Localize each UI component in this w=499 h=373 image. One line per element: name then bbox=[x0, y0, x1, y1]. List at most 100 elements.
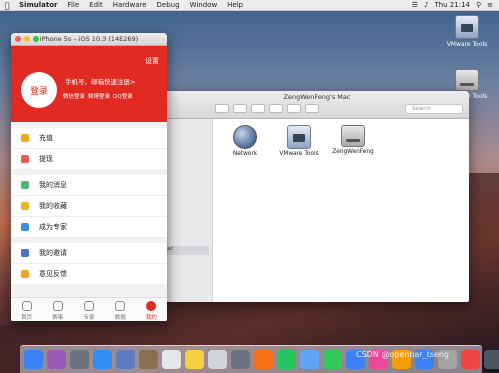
dock-app-icon[interactable] bbox=[231, 350, 250, 369]
menu-group-other: 我的邀请 意见反馈 bbox=[11, 243, 167, 285]
wifi-icon[interactable]: ☰ bbox=[412, 1, 418, 9]
menu-edit[interactable]: Edit bbox=[84, 1, 108, 9]
finder-sidebar: ac bbox=[165, 119, 213, 302]
dock-app-icon[interactable] bbox=[70, 350, 89, 369]
menu-item-label: 我的收藏 bbox=[39, 202, 67, 210]
view-columns-button[interactable] bbox=[251, 104, 265, 113]
menu-help[interactable]: Help bbox=[222, 1, 248, 9]
search-icon[interactable]: ⚲ bbox=[476, 1, 481, 9]
desktop-icon-label: VMware Tools bbox=[446, 41, 488, 48]
menu-clock[interactable]: Thu 21:14 bbox=[434, 1, 470, 9]
menu-group-wallet: 充值 提现 bbox=[11, 128, 167, 170]
arrange-button[interactable] bbox=[287, 104, 301, 113]
vmware-disk-icon bbox=[455, 15, 479, 39]
menu-item-withdraw[interactable]: 提现 bbox=[11, 149, 167, 170]
vmware-disk-icon bbox=[287, 125, 311, 149]
register-link[interactable]: 手机号、邮箱快速注册> bbox=[65, 76, 135, 86]
menu-item-label: 充值 bbox=[39, 134, 53, 142]
action-gear-button[interactable] bbox=[305, 104, 319, 113]
dock-app-icon[interactable] bbox=[139, 350, 158, 369]
dock-app-icon[interactable] bbox=[47, 350, 66, 369]
dock-app-icon[interactable] bbox=[185, 350, 204, 369]
menu-window[interactable]: Window bbox=[185, 1, 223, 9]
dock-app-icon[interactable] bbox=[24, 350, 43, 369]
apple-icon[interactable]:  bbox=[0, 1, 14, 10]
hard-disk-item[interactable]: ZengWenFeng bbox=[327, 125, 379, 155]
menu-group-account: 我的消息 我的收藏 成为专家 bbox=[11, 175, 167, 238]
menu-hardware[interactable]: Hardware bbox=[108, 1, 152, 9]
finder-title: ZengWenFeng's Mac bbox=[283, 93, 351, 101]
menu-simulator[interactable]: Simulator bbox=[14, 1, 62, 9]
profile-icon bbox=[146, 301, 157, 311]
finder-window: ZengWenFeng's Mac Search ac Network VMwa… bbox=[165, 91, 469, 302]
menu-item-label: 提现 bbox=[39, 155, 53, 163]
view-list-button[interactable] bbox=[233, 104, 247, 113]
tab-data[interactable]: 数据 bbox=[105, 298, 136, 321]
phone-screen: 设置 登录 手机号、邮箱快速注册> 微信登录 微博登录 QQ登录 充值 提现 我… bbox=[11, 46, 167, 321]
hard-disk-icon bbox=[341, 125, 365, 147]
data-icon bbox=[115, 301, 126, 311]
menu-item-invites[interactable]: 我的邀请 bbox=[11, 243, 167, 264]
network-globe-icon bbox=[233, 125, 257, 149]
tab-bar: 首页 赛事 专家 数据 我的 bbox=[11, 297, 167, 321]
star-icon bbox=[21, 202, 29, 210]
menu-item-become-expert[interactable]: 成为专家 bbox=[11, 217, 167, 238]
dock-app-icon[interactable] bbox=[254, 350, 273, 369]
menu-item-recharge[interactable]: 充值 bbox=[11, 128, 167, 149]
menu-item-favorites[interactable]: 我的收藏 bbox=[11, 196, 167, 217]
dock-app-icon[interactable] bbox=[484, 350, 499, 369]
withdraw-icon bbox=[21, 155, 29, 163]
desktop-vmware-tools-icon[interactable]: VMware Tools bbox=[442, 15, 492, 48]
simulator-titlebar[interactable]: iPhone 5s – iOS 10.3 (14E269) bbox=[11, 33, 167, 46]
close-icon[interactable] bbox=[15, 36, 21, 42]
expert-icon bbox=[21, 223, 29, 231]
finder-search-input[interactable]: Search bbox=[405, 104, 463, 114]
tab-matches[interactable]: 赛事 bbox=[42, 298, 73, 321]
finder-content: Network VMware Tools ZengWenFeng bbox=[213, 119, 469, 302]
ios-status-bar bbox=[11, 46, 167, 54]
volume-icon[interactable]: ♪ bbox=[424, 1, 428, 9]
weibo-login-link[interactable]: 微博登录 bbox=[88, 92, 110, 100]
tab-mine[interactable]: 我的 bbox=[136, 298, 167, 321]
hard-disk-icon bbox=[455, 69, 479, 91]
item-label: ZengWenFeng bbox=[332, 149, 374, 155]
login-button[interactable]: 登录 bbox=[21, 72, 57, 108]
view-gallery-button[interactable] bbox=[269, 104, 283, 113]
profile-header: 设置 登录 手机号、邮箱快速注册> 微信登录 微博登录 QQ登录 bbox=[11, 54, 167, 122]
tab-home[interactable]: 首页 bbox=[11, 298, 42, 321]
dock-app-icon[interactable] bbox=[162, 350, 181, 369]
recharge-icon bbox=[21, 134, 29, 142]
dock-app-icon[interactable] bbox=[323, 350, 342, 369]
menu-item-label: 我的消息 bbox=[39, 181, 67, 189]
dock-app-icon[interactable] bbox=[208, 350, 227, 369]
dock-app-icon[interactable] bbox=[277, 350, 296, 369]
dock-app-icon[interactable] bbox=[461, 350, 480, 369]
menu-file[interactable]: File bbox=[62, 1, 84, 9]
menu-item-messages[interactable]: 我的消息 bbox=[11, 175, 167, 196]
qq-login-link[interactable]: QQ登录 bbox=[113, 92, 133, 100]
view-icons-button[interactable] bbox=[215, 104, 229, 113]
dock-app-icon[interactable] bbox=[116, 350, 135, 369]
tab-experts[interactable]: 专家 bbox=[73, 298, 104, 321]
menu-list-icon[interactable]: ≡ bbox=[487, 1, 493, 9]
settings-link[interactable]: 设置 bbox=[145, 56, 159, 66]
menu-item-label: 我的邀请 bbox=[39, 249, 67, 257]
trophy-icon bbox=[52, 301, 63, 311]
network-item[interactable]: Network bbox=[219, 125, 271, 157]
person-icon bbox=[84, 301, 94, 311]
home-icon bbox=[21, 301, 32, 311]
invite-icon bbox=[21, 249, 29, 257]
zoom-icon[interactable] bbox=[33, 36, 39, 42]
menu-item-feedback[interactable]: 意见反馈 bbox=[11, 264, 167, 285]
sidebar-item[interactable]: ac bbox=[165, 246, 209, 255]
dock-app-icon[interactable] bbox=[93, 350, 112, 369]
item-label: VMware Tools bbox=[279, 151, 319, 157]
dock-app-icon[interactable] bbox=[300, 350, 319, 369]
menu-debug[interactable]: Debug bbox=[152, 1, 185, 9]
item-label: Network bbox=[232, 151, 258, 157]
feedback-icon bbox=[21, 270, 29, 278]
minimize-icon[interactable] bbox=[24, 36, 30, 42]
vmware-tools-item[interactable]: VMware Tools bbox=[273, 125, 325, 157]
message-icon bbox=[21, 181, 29, 189]
wechat-login-link[interactable]: 微信登录 bbox=[63, 92, 85, 100]
